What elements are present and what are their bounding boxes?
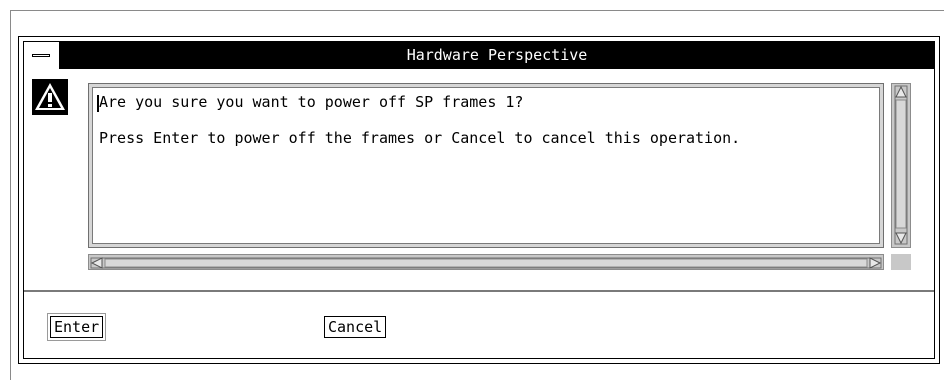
dialog-frame: Hardware Perspective Are you sure you wa… xyxy=(23,41,935,359)
vertical-scrollbar[interactable] xyxy=(891,83,911,248)
window-menu-button[interactable] xyxy=(24,42,60,69)
message-line-1: Are you sure you want to power off SP fr… xyxy=(99,93,524,111)
vertical-scroll-thumb xyxy=(895,99,907,229)
message-text-area[interactable]: Are you sure you want to power off SP fr… xyxy=(88,83,884,248)
cancel-button[interactable]: Cancel xyxy=(324,316,387,338)
window-title: Hardware Perspective xyxy=(406,46,588,64)
message-text-area-inner[interactable]: Are you sure you want to power off SP fr… xyxy=(92,87,880,244)
hardware-perspective-dialog: Hardware Perspective Are you sure you wa… xyxy=(18,36,940,364)
title-bar[interactable]: Hardware Perspective xyxy=(24,42,934,69)
warning-icon xyxy=(32,79,68,115)
horizontal-scrollbar[interactable] xyxy=(88,254,884,270)
horizontal-scroll-thumb xyxy=(104,258,868,268)
vertical-scrollbar-graphic xyxy=(894,85,908,245)
window-menu-icon xyxy=(32,54,50,57)
scrollbar-corner xyxy=(891,254,911,270)
button-area-separator xyxy=(24,290,934,292)
message-line-2: Press Enter to power off the frames or C… xyxy=(99,129,741,147)
horizontal-scrollbar-graphic xyxy=(90,257,882,269)
enter-button[interactable]: Enter xyxy=(50,316,104,338)
